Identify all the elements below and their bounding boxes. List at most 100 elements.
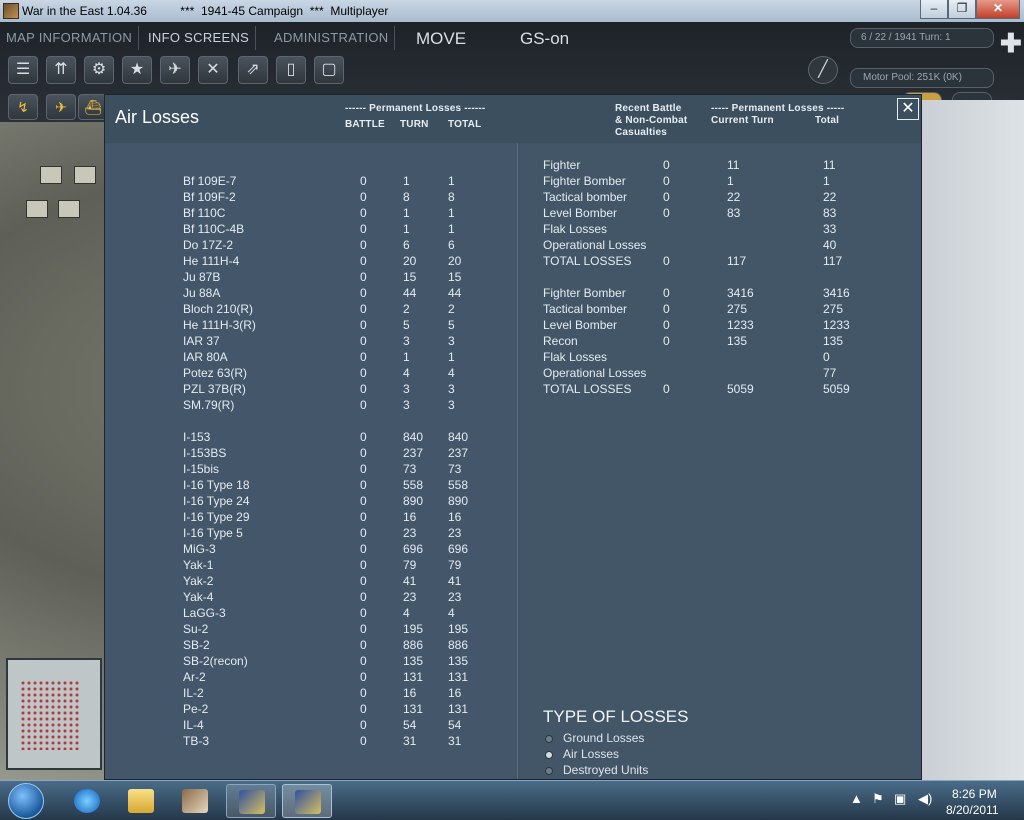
cell-total: 83: [823, 206, 837, 220]
cell-battle: 0: [360, 718, 367, 732]
cell-total: 16: [448, 510, 462, 524]
supply-icon[interactable]: ▢: [314, 56, 344, 84]
air-losses-panel: Air Losses ------ Permanent Losses -----…: [104, 94, 922, 780]
aircraft-loss-row: Ju 87B 0 15 15: [105, 269, 515, 285]
aircraft-loss-row: Ju 88A 0 44 44: [105, 285, 515, 301]
cell-turn: 131: [403, 670, 424, 684]
cell-turn: 131: [403, 702, 424, 716]
star-icon[interactable]: ★: [122, 56, 152, 84]
cell-turn: 23: [403, 526, 417, 540]
cell-name: IL-2: [183, 686, 204, 700]
date-turn-display: 6 / 22 / 1941 Turn: 1: [850, 28, 994, 48]
cell-total: 33: [823, 222, 837, 236]
aircraft-loss-row: Ar-2 0 131 131: [105, 669, 515, 685]
cell-battle: 0: [360, 446, 367, 460]
cell-name: Bf 110C: [183, 206, 226, 220]
unit-counter[interactable]: [74, 166, 96, 184]
gear-icon[interactable]: ⚙: [84, 56, 114, 84]
cell-turn: 4: [403, 606, 410, 620]
radio-dot[interactable]: [545, 767, 553, 775]
maximize-button[interactable]: ❐: [948, 0, 976, 19]
minimize-button[interactable]: –: [920, 0, 948, 19]
cell-total: 1: [448, 206, 455, 220]
cell-total: 117: [823, 254, 843, 268]
radio-dot[interactable]: [545, 751, 553, 759]
cell-type: TOTAL LOSSES: [543, 254, 632, 268]
cell-recent: 0: [663, 302, 670, 316]
volume-icon[interactable]: ◀): [918, 791, 932, 807]
menu-map-information[interactable]: MAP INFORMATION: [0, 26, 140, 50]
cell-name: MiG-3: [183, 542, 216, 556]
internet-explorer-icon[interactable]: [62, 784, 112, 818]
summary-row: TOTAL LOSSES 0 5059 5059: [519, 381, 919, 397]
air-mode-icon[interactable]: ✈: [46, 94, 76, 120]
minimap[interactable]: [6, 658, 102, 770]
close-panel-button[interactable]: ✕: [897, 98, 919, 120]
network-icon[interactable]: ▣: [894, 791, 906, 807]
recent-header-3: Casualties: [615, 127, 668, 138]
pencil-icon[interactable]: ╱: [808, 56, 838, 84]
aircraft-loss-row: Potez 63(R) 0 4 4: [105, 365, 515, 381]
clock-time[interactable]: 8:26 PM: [952, 787, 997, 801]
cell-total: 3: [448, 334, 455, 348]
cell-recent: 0: [663, 382, 670, 396]
close-window-button[interactable]: ✕: [976, 0, 1020, 19]
unit-counter[interactable]: [26, 200, 48, 218]
cell-battle: 0: [360, 206, 367, 220]
cell-name: I-153BS: [183, 446, 227, 460]
cell-total: 3: [448, 382, 455, 396]
start-orb-icon[interactable]: [8, 783, 44, 819]
cell-name: SB-2(recon): [183, 654, 248, 668]
photo-icon[interactable]: [170, 784, 220, 818]
cell-turn: 41: [403, 574, 417, 588]
cell-turn: 886: [403, 638, 424, 652]
aircraft-loss-row: I-153BS 0 237 237: [105, 445, 515, 461]
unit-counter[interactable]: [58, 200, 80, 218]
unit-counter[interactable]: [40, 166, 62, 184]
cell-name: Bf 110C-4B: [183, 222, 245, 236]
aircraft-loss-row: Bf 110C-4B 0 1 1: [105, 221, 515, 237]
cell-battle: 0: [360, 270, 367, 284]
menu-administration[interactable]: ADMINISTRATION: [268, 26, 396, 50]
rail-icon[interactable]: ⇗: [238, 56, 268, 84]
radio-dot[interactable]: [545, 735, 553, 743]
unit-list-icon[interactable]: ☰: [8, 56, 38, 84]
move-mode-icon[interactable]: ↯: [8, 94, 38, 120]
menu-gs[interactable]: GS-on: [520, 29, 569, 49]
fuel-icon[interactable]: ▯: [276, 56, 306, 84]
cell-name: Bf 109F-2: [183, 190, 236, 204]
menu-info-screens[interactable]: INFO SCREENS: [142, 26, 257, 50]
cell-total: 77: [823, 366, 837, 380]
flag-icon[interactable]: ⚑: [872, 791, 884, 807]
show-hidden-icons-icon[interactable]: ▲: [850, 791, 863, 806]
menu-move[interactable]: MOVE: [416, 29, 466, 49]
recent-header-2: & Non-Combat: [615, 115, 688, 126]
map-view-edge[interactable]: [920, 100, 1024, 780]
cell-recent: 0: [663, 318, 670, 332]
air-base-icon[interactable]: ✈: [160, 56, 190, 84]
cell-total: 890: [448, 494, 469, 508]
cell-battle: 0: [360, 254, 367, 268]
cell-type: Recon: [543, 334, 578, 348]
folder-icon[interactable]: [116, 784, 166, 818]
cell-total: 696: [448, 542, 469, 556]
clock-date[interactable]: 8/20/2011: [946, 803, 999, 817]
cell-name: Ju 88A: [183, 286, 221, 300]
cell-battle: 0: [360, 398, 367, 412]
aircraft-loss-row: LaGG-3 0 4 4: [105, 605, 515, 621]
reinforcement-icon[interactable]: ⇈: [46, 56, 76, 84]
cell-turn: 195: [403, 622, 424, 636]
cell-type: Tactical bomber: [543, 302, 628, 316]
cell-total: 1233: [823, 318, 850, 332]
radio-label: Ground Losses: [563, 731, 645, 745]
cell-turn: 558: [403, 478, 424, 492]
game-icon[interactable]: [282, 784, 332, 818]
current-turn-header: Current Turn: [711, 115, 774, 126]
battle-header: BATTLE: [345, 119, 385, 130]
cell-turn: 1: [403, 174, 410, 188]
cell-battle: 0: [360, 526, 367, 540]
cell-total: 73: [448, 462, 462, 476]
air-missions-icon[interactable]: ✕: [198, 56, 228, 84]
game-icon[interactable]: [226, 784, 276, 818]
cell-type: Flak Losses: [543, 222, 608, 236]
